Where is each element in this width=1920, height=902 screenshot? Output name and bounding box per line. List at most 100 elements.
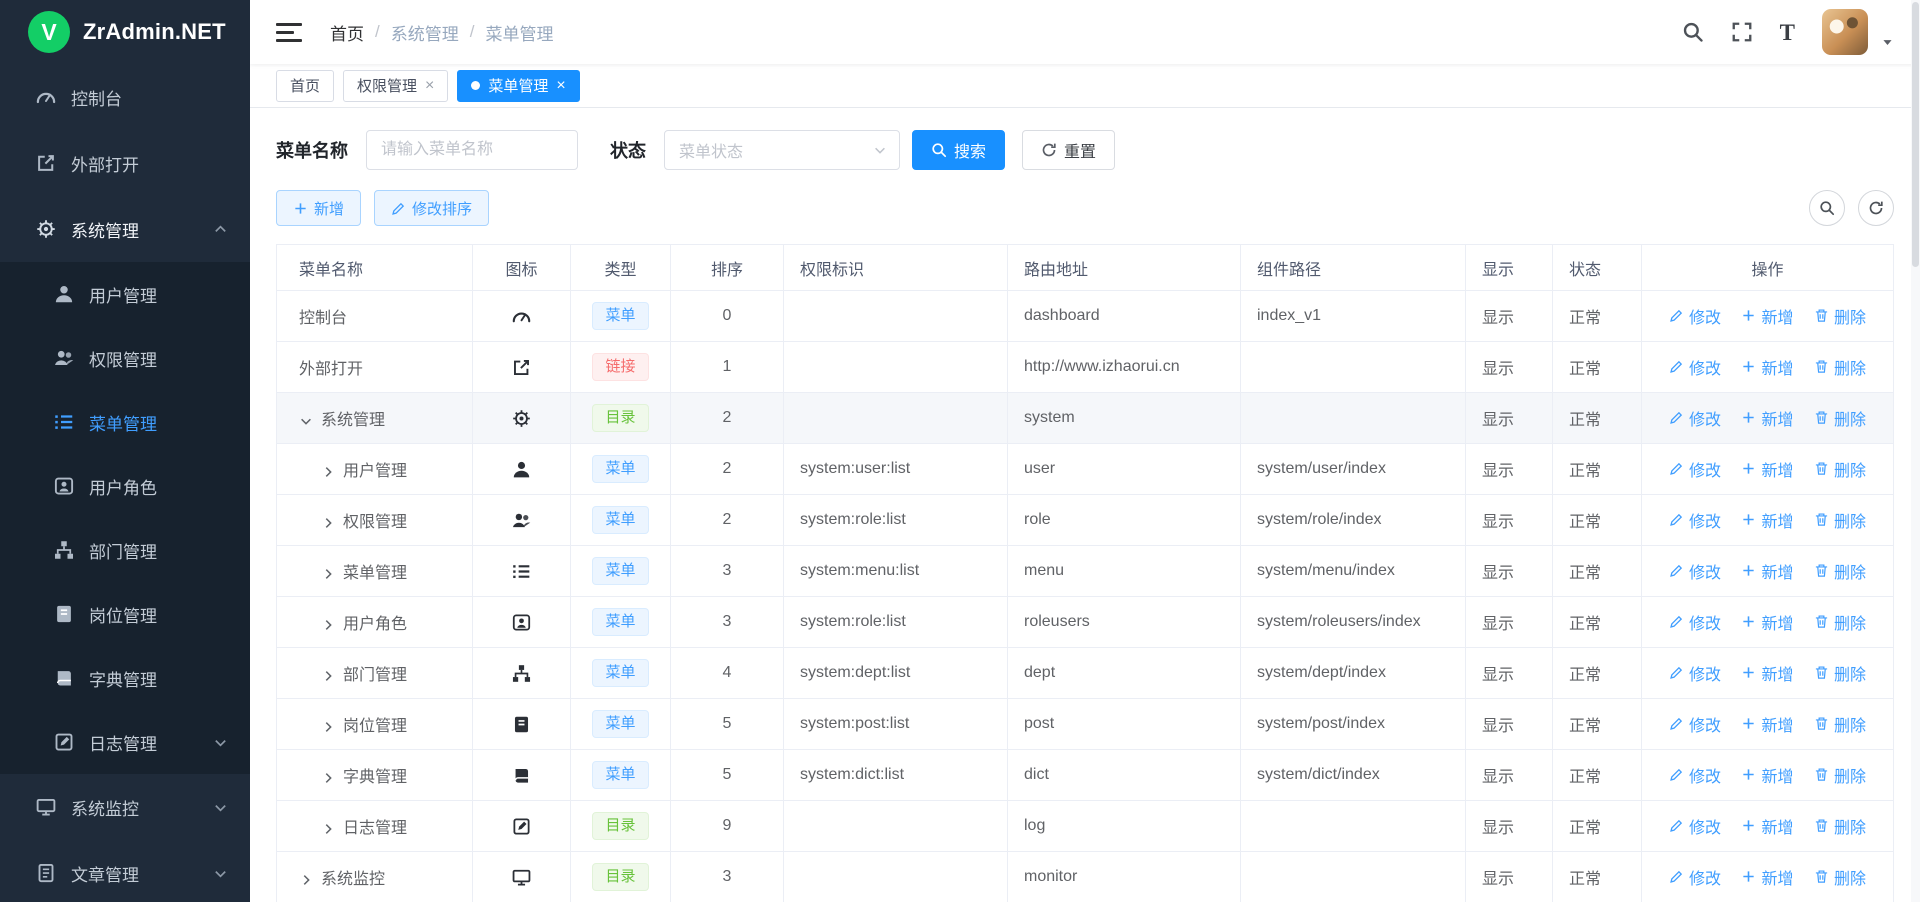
delete-button[interactable]: 删除	[1814, 355, 1866, 379]
sidebar-item-posts[interactable]: 岗位管理	[0, 582, 250, 646]
add-button[interactable]: 新增	[1741, 661, 1793, 685]
sort-value: 5	[671, 699, 784, 750]
main-scrollbar[interactable]	[1911, 0, 1920, 902]
breadcrumb-item[interactable]: 首页	[330, 20, 364, 45]
edit-icon	[1669, 308, 1684, 323]
scrollbar-thumb[interactable]	[1912, 2, 1919, 267]
edit-sort-button[interactable]: 修改排序	[374, 190, 489, 226]
edit-button[interactable]: 修改	[1669, 814, 1721, 838]
route-value: user	[1008, 444, 1241, 495]
reset-button[interactable]: 重置	[1022, 130, 1115, 170]
visible-value: 显示	[1466, 393, 1553, 444]
tab-home[interactable]: 首页	[276, 70, 334, 102]
edit-button[interactable]: 修改	[1669, 304, 1721, 328]
delete-button[interactable]: 删除	[1814, 763, 1866, 787]
add-button[interactable]: 新增	[1741, 304, 1793, 328]
sidebar-item-articles[interactable]: 文章管理	[0, 840, 250, 902]
sort-value: 5	[671, 750, 784, 801]
user-menu-caret-icon[interactable]	[1881, 36, 1894, 49]
add-button[interactable]: 新增	[1741, 406, 1793, 430]
breadcrumb-item[interactable]: 系统管理	[391, 20, 459, 45]
chevron-right-icon[interactable]	[321, 465, 335, 479]
edit-button[interactable]: 修改	[1669, 457, 1721, 481]
sidebar-item-users[interactable]: 用户管理	[0, 262, 250, 326]
edit-button[interactable]: 修改	[1669, 763, 1721, 787]
edit-button[interactable]: 修改	[1669, 355, 1721, 379]
status-select[interactable]: 菜单状态	[664, 130, 900, 170]
logo-icon: V	[28, 11, 70, 53]
add-button[interactable]: 新增	[1741, 559, 1793, 583]
sidebar-item-dicts[interactable]: 字典管理	[0, 646, 250, 710]
chevron-right-icon[interactable]	[321, 516, 335, 530]
delete-button[interactable]: 删除	[1814, 406, 1866, 430]
chevron-right-icon[interactable]	[299, 873, 313, 887]
route-value: post	[1008, 699, 1241, 750]
app-logo[interactable]: V ZrAdmin.NET	[0, 0, 250, 64]
tab-close-icon[interactable]: ×	[425, 78, 434, 94]
table-row: 用户角色 菜单 3 system:role:list roleusers sys…	[277, 597, 1894, 648]
search-button[interactable]: 搜索	[912, 130, 1005, 170]
add-button[interactable]: 新增	[1741, 763, 1793, 787]
search-icon[interactable]	[1682, 21, 1704, 43]
user-icon	[54, 284, 74, 304]
add-button[interactable]: 新增	[1741, 814, 1793, 838]
add-button[interactable]: 新增	[276, 190, 361, 226]
sidebar-item-menus[interactable]: 菜单管理	[0, 390, 250, 454]
edit-button[interactable]: 修改	[1669, 508, 1721, 532]
delete-button[interactable]: 删除	[1814, 865, 1866, 889]
sort-value: 1	[671, 342, 784, 393]
dictionary-icon	[54, 668, 74, 688]
chevron-right-icon[interactable]	[321, 567, 335, 581]
component-value: system/role/index	[1241, 495, 1466, 546]
sidebar-item-external[interactable]: 外部打开	[0, 130, 250, 196]
delete-button[interactable]: 删除	[1814, 508, 1866, 532]
add-button[interactable]: 新增	[1741, 355, 1793, 379]
tab-close-icon[interactable]: ×	[556, 78, 565, 94]
delete-button[interactable]: 删除	[1814, 559, 1866, 583]
menu-name-input[interactable]	[366, 130, 578, 170]
delete-button[interactable]: 删除	[1814, 610, 1866, 634]
breadcrumb-separator: /	[375, 22, 380, 42]
tab-role-management[interactable]: 权限管理 ×	[343, 70, 448, 102]
delete-button[interactable]: 删除	[1814, 661, 1866, 685]
edit-button[interactable]: 修改	[1669, 559, 1721, 583]
delete-button[interactable]: 删除	[1814, 814, 1866, 838]
add-button[interactable]: 新增	[1741, 865, 1793, 889]
edit-button[interactable]: 修改	[1669, 406, 1721, 430]
sidebar-item-monitor[interactable]: 系统监控	[0, 774, 250, 840]
user-avatar[interactable]	[1822, 9, 1868, 55]
edit-button[interactable]: 修改	[1669, 865, 1721, 889]
sidebar-toggle-icon[interactable]	[276, 23, 302, 42]
type-tag: 菜单	[592, 659, 648, 687]
font-size-icon[interactable]: T	[1780, 21, 1795, 44]
edit-button[interactable]: 修改	[1669, 661, 1721, 685]
chevron-right-icon[interactable]	[321, 822, 335, 836]
sidebar-item-user-roles[interactable]: 用户角色	[0, 454, 250, 518]
tab-menu-management[interactable]: 菜单管理 ×	[457, 70, 579, 102]
sidebar-item-depts[interactable]: 部门管理	[0, 518, 250, 582]
toggle-search-button[interactable]	[1809, 190, 1845, 226]
chevron-right-icon[interactable]	[321, 618, 335, 632]
delete-button[interactable]: 删除	[1814, 712, 1866, 736]
chevron-right-icon[interactable]	[321, 669, 335, 683]
type-tag: 目录	[592, 863, 648, 891]
fullscreen-icon[interactable]	[1731, 21, 1753, 43]
route-value: monitor	[1008, 852, 1241, 902]
sidebar-item-logs[interactable]: 日志管理	[0, 710, 250, 774]
delete-button[interactable]: 删除	[1814, 304, 1866, 328]
chevron-down-icon[interactable]	[299, 414, 313, 428]
chevron-right-icon[interactable]	[321, 771, 335, 785]
chevron-right-icon[interactable]	[321, 720, 335, 734]
edit-button[interactable]: 修改	[1669, 610, 1721, 634]
delete-button[interactable]: 删除	[1814, 457, 1866, 481]
reset-button-label: 重置	[1064, 138, 1096, 162]
refresh-table-button[interactable]	[1858, 190, 1894, 226]
edit-button[interactable]: 修改	[1669, 712, 1721, 736]
sidebar-item-system[interactable]: 系统管理	[0, 196, 250, 262]
add-button[interactable]: 新增	[1741, 508, 1793, 532]
add-button[interactable]: 新增	[1741, 610, 1793, 634]
sidebar-item-dashboard[interactable]: 控制台	[0, 64, 250, 130]
sidebar-item-roles[interactable]: 权限管理	[0, 326, 250, 390]
add-button[interactable]: 新增	[1741, 457, 1793, 481]
add-button[interactable]: 新增	[1741, 712, 1793, 736]
